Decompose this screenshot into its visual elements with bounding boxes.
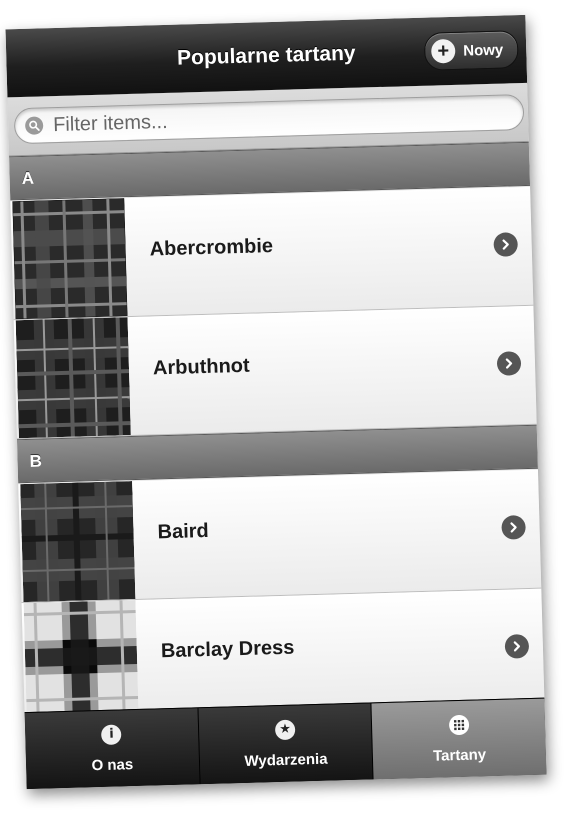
list-item-label: Abercrombie — [149, 235, 274, 261]
list-item-baird[interactable]: Baird — [18, 469, 542, 604]
tab-label: Wydarzenia — [244, 750, 328, 770]
chevron-right-icon — [501, 515, 526, 540]
list-item-arbuthnot[interactable]: Arbuthnot — [13, 305, 537, 440]
tab-label: Tartany — [432, 745, 487, 765]
search-icon — [24, 116, 44, 135]
tartan-thumbnail — [15, 317, 131, 439]
list-item-abercrombie[interactable]: Abercrombie — [10, 186, 534, 321]
screenshot-stage: Popularne tartany + Nowy A — [0, 0, 564, 813]
tartan-thumbnail — [12, 198, 128, 320]
chevron-right-icon — [496, 351, 522, 376]
list-item-label: Baird — [157, 519, 210, 544]
info-icon: i — [101, 723, 122, 745]
tab-o-nas[interactable]: i O nas — [24, 708, 201, 790]
plus-icon: + — [430, 38, 456, 64]
list-item-label: Barclay Dress — [160, 636, 295, 663]
chevron-right-icon — [493, 232, 519, 257]
grid-icon — [448, 714, 470, 735]
new-button[interactable]: + Nowy — [423, 30, 519, 71]
tab-wydarzenia[interactable]: ★ Wydarzenia — [198, 703, 374, 785]
phone-screen: Popularne tartany + Nowy A — [5, 14, 547, 790]
page-title: Popularne tartany — [176, 41, 356, 70]
tab-label: O nas — [91, 755, 134, 774]
list-item-label: Arbuthnot — [152, 354, 250, 380]
tab-bar: i O nas ★ Wydarzenia Tartany — [24, 697, 547, 790]
chevron-right-icon — [504, 634, 530, 659]
tartan-thumbnail — [20, 481, 136, 603]
new-button-label: Nowy — [463, 41, 504, 60]
search-box[interactable] — [13, 93, 525, 145]
tab-tartany[interactable]: Tartany — [371, 698, 547, 780]
search-input[interactable] — [50, 100, 496, 138]
tartan-thumbnail — [23, 600, 139, 722]
star-icon: ★ — [274, 719, 296, 740]
